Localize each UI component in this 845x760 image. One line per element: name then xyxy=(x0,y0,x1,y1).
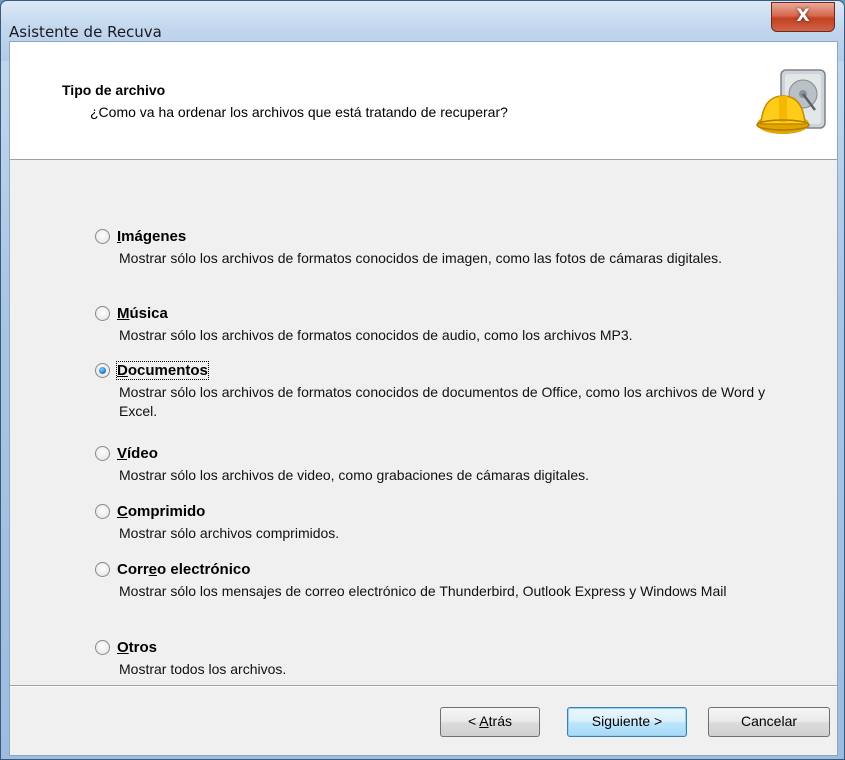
option-compressed-label[interactable]: Comprimido xyxy=(117,503,205,520)
label-rest: úsica xyxy=(129,304,168,322)
recuva-wizard-window: Asistente de Recuva X Tipo de archivo ¿C… xyxy=(0,0,845,760)
close-button[interactable]: X xyxy=(771,2,835,32)
option-email-description: Mostrar sólo los mensajes de correo elec… xyxy=(119,583,727,599)
option-documents-description: Mostrar sólo los archivos de formatos co… xyxy=(119,384,766,419)
option-video-label[interactable]: Vídeo xyxy=(117,445,158,462)
option-images-label[interactable]: Imágenes xyxy=(117,228,186,245)
cancel-button[interactable]: Cancelar xyxy=(708,707,830,737)
mnemonic-letter: V xyxy=(117,444,128,462)
file-type-options: Imágenes Mostrar sólo los archivos de fo… xyxy=(10,161,837,681)
label-pre: Corr xyxy=(117,560,149,578)
option-compressed-description: Mostrar sólo archivos comprimidos. xyxy=(119,525,340,541)
option-others-label[interactable]: Otros xyxy=(117,639,157,656)
option-video[interactable]: Vídeo Mostrar sólo los archivos de video… xyxy=(95,442,795,485)
back-button-prefix: < xyxy=(468,713,480,729)
wizard-client-area: Tipo de archivo ¿Como va ha ordenar los … xyxy=(9,41,838,756)
back-button[interactable]: < Atrás xyxy=(440,707,540,737)
radio-others[interactable] xyxy=(95,639,110,655)
wizard-header: Tipo de archivo ¿Como va ha ordenar los … xyxy=(10,42,837,160)
recuva-harddisk-hardhat-icon xyxy=(756,69,826,134)
option-documents-label[interactable]: Documentos xyxy=(116,360,209,380)
label-rest: ídeo xyxy=(127,444,158,462)
option-music[interactable]: Música Mostrar sólo los archivos de form… xyxy=(95,302,795,345)
option-music-description: Mostrar sólo los archivos de formatos co… xyxy=(119,327,633,343)
option-others-description: Mostrar todos los archivos. xyxy=(119,661,287,677)
option-music-label[interactable]: Música xyxy=(117,305,168,322)
radio-images[interactable] xyxy=(95,228,110,244)
radio-video[interactable] xyxy=(95,445,110,461)
option-others[interactable]: Otros Mostrar todos los archivos. xyxy=(95,636,795,679)
next-button[interactable]: Siguiente > xyxy=(567,707,687,737)
mnemonic-letter: O xyxy=(117,638,129,656)
label-rest: omprimido xyxy=(127,502,206,520)
option-images-description: Mostrar sólo los archivos de formatos co… xyxy=(119,250,723,266)
mnemonic-letter: e xyxy=(148,560,158,578)
option-compressed[interactable]: Comprimido Mostrar sólo archivos comprim… xyxy=(95,500,795,543)
window-title: Asistente de Recuva xyxy=(9,23,162,41)
label-post: o electrónico xyxy=(157,560,251,578)
radio-documents[interactable] xyxy=(95,362,110,378)
radio-music[interactable] xyxy=(95,305,110,321)
option-video-description: Mostrar sólo los archivos de video, como… xyxy=(119,467,590,483)
mnemonic-letter: A xyxy=(479,713,489,729)
option-images[interactable]: Imágenes Mostrar sólo los archivos de fo… xyxy=(95,225,795,268)
mnemonic-letter: C xyxy=(117,502,128,520)
option-email-label[interactable]: Correo electrónico xyxy=(117,561,250,578)
radio-email[interactable] xyxy=(95,561,110,577)
page-subtitle: ¿Como va ha ordenar los archivos que est… xyxy=(90,104,508,120)
label-rest: ocumentos xyxy=(127,361,208,379)
radio-compressed[interactable] xyxy=(95,503,110,519)
mnemonic-letter: M xyxy=(117,304,130,322)
page-title: Tipo de archivo xyxy=(62,82,166,98)
footer-divider xyxy=(10,685,837,687)
option-email[interactable]: Correo electrónico Mostrar sólo los mens… xyxy=(95,558,795,601)
label-rest: mágenes xyxy=(121,227,187,245)
back-button-rest: trás xyxy=(488,713,512,729)
label-rest: tros xyxy=(128,638,158,656)
mnemonic-letter: D xyxy=(117,361,128,379)
option-documents[interactable]: Documentos Mostrar sólo los archivos de … xyxy=(95,359,795,421)
